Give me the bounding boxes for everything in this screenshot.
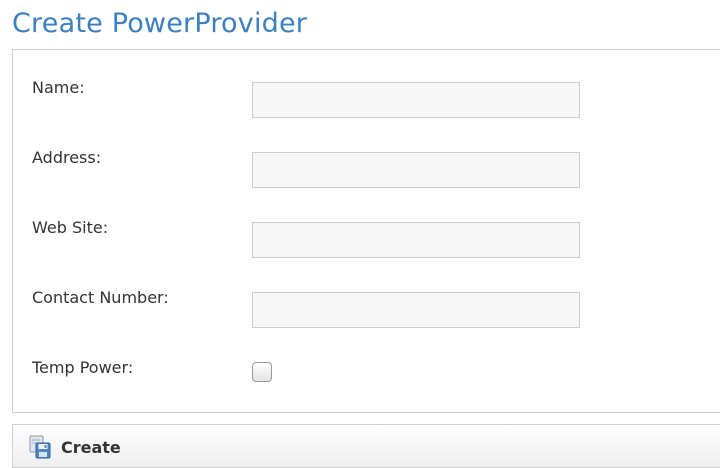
name-input[interactable] [252, 82, 580, 118]
create-button-label: Create [61, 437, 121, 457]
temp-power-checkbox[interactable] [252, 362, 272, 382]
create-form-panel: Name: Address: Web Site: Contact Number:… [12, 49, 720, 413]
create-button[interactable]: Create [29, 434, 121, 460]
action-bar: Create [12, 424, 720, 468]
contact-number-input[interactable] [252, 292, 580, 328]
temp-power-label: Temp Power: [32, 358, 134, 377]
name-label: Name: [32, 78, 85, 97]
contact-number-label: Contact Number: [32, 288, 169, 307]
web-site-input[interactable] [252, 222, 580, 258]
page-title: Create PowerProvider [12, 8, 308, 39]
web-site-label: Web Site: [32, 218, 109, 237]
address-input[interactable] [252, 152, 580, 188]
save-disk-icon [29, 435, 51, 459]
address-label: Address: [32, 148, 102, 167]
